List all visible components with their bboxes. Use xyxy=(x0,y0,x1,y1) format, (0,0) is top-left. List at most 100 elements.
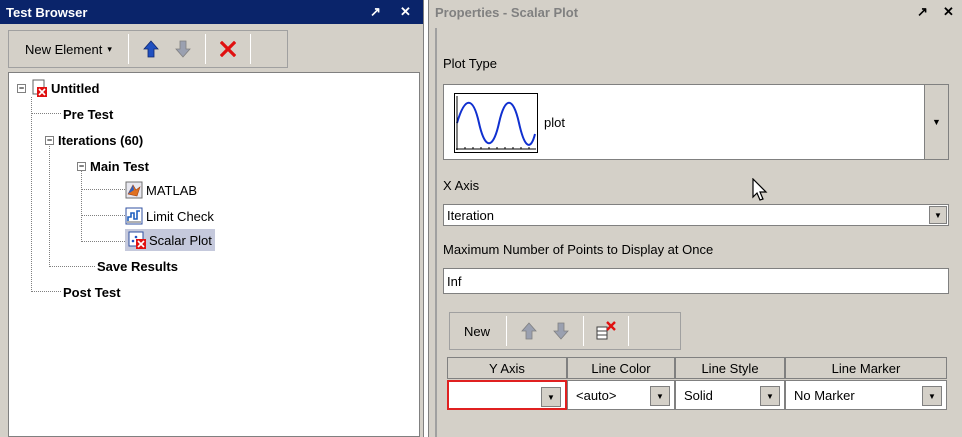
chevron-down-icon: ▼ xyxy=(547,392,555,402)
line-marker-cell-select[interactable]: No Marker ▼ xyxy=(785,380,947,410)
line-marker-dropdown-button[interactable]: ▼ xyxy=(922,386,942,406)
move-up-button[interactable] xyxy=(135,34,167,64)
line-color-value: <auto> xyxy=(576,387,617,403)
collapse-icon[interactable]: − xyxy=(17,83,26,93)
matlab-icon xyxy=(125,181,143,199)
column-header-line-style[interactable]: Line Style xyxy=(675,357,785,379)
plot-type-select[interactable]: plot ▼ xyxy=(443,84,949,160)
delete-x-icon xyxy=(219,41,236,57)
move-down-button[interactable] xyxy=(167,34,199,64)
arrow-up-icon xyxy=(142,40,159,58)
tree-item-label: Limit Check xyxy=(146,208,214,224)
tree-connector xyxy=(31,291,61,292)
x-axis-dropdown-button[interactable]: ▼ xyxy=(929,206,947,224)
new-element-button[interactable]: New Element ▾ xyxy=(15,34,122,64)
chevron-down-icon: ▼ xyxy=(766,391,774,401)
delete-row-icon xyxy=(596,321,616,340)
collapse-icon[interactable]: − xyxy=(77,161,86,171)
close-icon[interactable]: ✕ xyxy=(400,4,411,20)
tree-item-main-test[interactable]: − Main Test xyxy=(77,155,149,177)
untitled-doc-icon xyxy=(30,79,48,97)
tree-connector xyxy=(81,167,82,242)
properties-titlebar: Properties - Scalar Plot ↗ ✕ xyxy=(429,0,962,24)
limit-check-icon xyxy=(125,207,143,225)
tree-item-label: Save Results xyxy=(97,258,178,274)
tree-connector xyxy=(49,266,95,267)
arrow-down-icon xyxy=(174,40,191,58)
sine-plot-icon xyxy=(454,93,538,153)
column-header-y-axis[interactable]: Y Axis xyxy=(447,357,567,379)
tree-item-untitled[interactable]: − Untitled xyxy=(17,77,99,99)
y-axis-table-header: Y Axis Line Color Line Style Line Marker xyxy=(447,357,947,379)
max-points-field[interactable]: Inf xyxy=(443,268,949,294)
column-header-line-color[interactable]: Line Color xyxy=(567,357,675,379)
y-axis-cell-select[interactable]: ▼ xyxy=(447,380,567,410)
toolbar-separator xyxy=(628,316,630,346)
chevron-down-icon: ▼ xyxy=(656,391,664,401)
tree-connector xyxy=(31,97,32,292)
x-axis-select[interactable]: Iteration ▼ xyxy=(443,204,949,226)
tree-item-save-results[interactable]: Save Results xyxy=(97,255,178,277)
close-icon[interactable]: ✕ xyxy=(943,4,954,20)
tree-item-label: MATLAB xyxy=(146,182,198,198)
toolbar-separator xyxy=(249,34,251,64)
new-element-label: New Element xyxy=(25,41,103,57)
arrow-down-icon xyxy=(553,322,569,340)
line-style-value: Solid xyxy=(684,387,713,403)
collapse-icon[interactable]: − xyxy=(45,135,54,145)
toolbar-separator xyxy=(127,34,129,64)
move-down-button[interactable] xyxy=(545,316,577,346)
tree-item-scalar-plot[interactable]: Scalar Plot xyxy=(125,229,215,251)
tree-connector xyxy=(81,241,125,242)
tree-item-label: Iterations (60) xyxy=(58,132,144,148)
new-button-label: New xyxy=(464,323,491,339)
tree-item-limit-check[interactable]: Limit Check xyxy=(125,205,214,227)
line-style-dropdown-button[interactable]: ▼ xyxy=(760,386,780,406)
tree-item-label: Scalar Plot xyxy=(149,232,212,248)
plot-type-dropdown-button[interactable]: ▼ xyxy=(924,85,948,159)
new-y-axis-button[interactable]: New xyxy=(454,316,500,346)
y-axis-toolbar: New xyxy=(449,312,681,350)
tree-item-label: Pre Test xyxy=(63,106,114,122)
tree-connector xyxy=(49,141,50,267)
delete-row-button[interactable] xyxy=(590,316,622,346)
line-color-cell-select[interactable]: <auto> ▼ xyxy=(567,380,675,410)
chevron-down-icon: ▼ xyxy=(928,391,936,401)
line-color-dropdown-button[interactable]: ▼ xyxy=(650,386,670,406)
undock-icon[interactable]: ↗ xyxy=(370,4,381,20)
tree-item-label: Untitled xyxy=(51,80,100,96)
tree-item-pre-test[interactable]: Pre Test xyxy=(63,103,113,125)
tree-item-label: Main Test xyxy=(90,158,149,174)
max-points-label: Maximum Number of Points to Display at O… xyxy=(443,242,714,257)
toolbar-separator xyxy=(204,34,206,64)
properties-title: Properties - Scalar Plot xyxy=(435,4,579,20)
test-browser-titlebar: Test Browser ↗ ✕ xyxy=(0,0,423,24)
tree-item-iterations[interactable]: − Iterations (60) xyxy=(45,129,143,151)
plot-type-value: plot xyxy=(544,115,565,130)
mouse-pointer-icon xyxy=(752,178,768,201)
delete-button[interactable] xyxy=(212,34,244,64)
line-style-cell-select[interactable]: Solid ▼ xyxy=(675,380,785,410)
scalar-plot-icon xyxy=(128,231,146,249)
test-browser-panel: Test Browser ↗ ✕ New Element ▾ − Untitle… xyxy=(0,0,424,437)
line-marker-value: No Marker xyxy=(794,387,855,403)
toolbar-separator xyxy=(506,316,508,346)
x-axis-label: X Axis xyxy=(443,178,480,193)
max-points-value: Inf xyxy=(447,273,462,289)
tree-item-label: Post Test xyxy=(63,284,121,300)
column-header-line-marker[interactable]: Line Marker xyxy=(785,357,947,379)
chevron-down-icon: ▾ xyxy=(107,43,112,54)
chevron-down-icon: ▼ xyxy=(932,117,941,127)
arrow-up-icon xyxy=(521,322,537,340)
tree-connector xyxy=(31,113,61,114)
undock-icon[interactable]: ↗ xyxy=(917,4,928,20)
test-tree: − Untitled Pre Test − Iterations (60) − … xyxy=(8,72,420,437)
test-browser-toolbar: New Element ▾ xyxy=(8,30,288,68)
tree-item-matlab[interactable]: MATLAB xyxy=(125,179,197,201)
tree-item-post-test[interactable]: Post Test xyxy=(63,281,121,303)
move-up-button[interactable] xyxy=(513,316,545,346)
test-browser-title: Test Browser xyxy=(6,4,88,20)
y-axis-dropdown-button[interactable]: ▼ xyxy=(541,387,561,407)
tree-connector xyxy=(81,215,125,216)
x-axis-value: Iteration xyxy=(447,207,494,223)
